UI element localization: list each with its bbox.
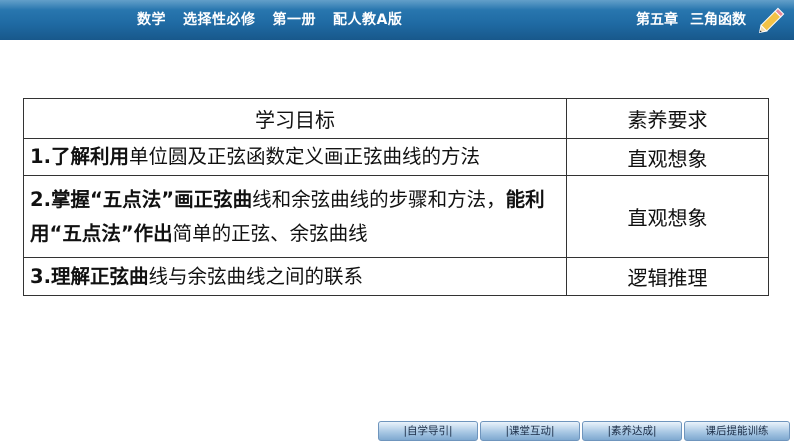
self-study-guide-button[interactable]: |自学导引| <box>378 421 478 441</box>
goal-cell: 1.了解利用单位圆及正弦函数定义画正弦曲线的方法 <box>23 138 567 176</box>
goal-text: 线和余弦曲线的步骤和方法， <box>252 187 506 211</box>
goal-emphasis-text: 1.了解利用 <box>30 145 129 168</box>
chapter-name-label: 三角函数 <box>690 12 746 28</box>
goal-emphasis-text: 2.掌握“五点法”画正弦曲 <box>30 187 253 211</box>
requirement-cell: 直观想象 <box>566 175 769 258</box>
chapter-number-label: 第五章 <box>636 12 678 28</box>
edition-label: 配人教A版 <box>333 12 403 28</box>
subject-label: 数学 <box>137 12 166 28</box>
chapter-title: 第五章 三角函数 <box>636 9 746 31</box>
literacy-achievement-button[interactable]: |素养达成| <box>582 421 682 441</box>
goal-text: 线与余弦曲线之间的联系 <box>148 264 363 288</box>
table-row: 1.了解利用单位圆及正弦函数定义画正弦曲线的方法 直观想象 <box>23 138 769 176</box>
learning-goals-table: 学习目标 素养要求 1.了解利用单位圆及正弦函数定义画正弦曲线的方法 直观想象 … <box>23 98 769 296</box>
pencil-icon <box>758 7 785 34</box>
requirement-cell: 直观想象 <box>566 138 769 176</box>
after-class-training-button[interactable]: 课后提能训练 <box>684 421 790 441</box>
classroom-interaction-button[interactable]: |课堂互动| <box>480 421 580 441</box>
requirement-cell: 逻辑推理 <box>566 257 769 296</box>
goal-text: 单位圆及正弦函数定义画正弦曲线的方法 <box>128 145 480 168</box>
goal-cell: 2.掌握“五点法”画正弦曲线和余弦曲线的步骤和方法，能利用“五点法”作出简单的正… <box>23 175 567 258</box>
volume-type-label: 选择性必修 <box>183 12 256 28</box>
book-title: 数学 选择性必修 第一册 配人教A版 <box>137 9 402 31</box>
goal-column-header: 学习目标 <box>23 98 567 139</box>
goal-text: 简单的正弦、余弦曲线 <box>172 221 368 245</box>
header-bar: 数学 选择性必修 第一册 配人教A版 第五章 三角函数 <box>0 0 794 40</box>
table-header-row: 学习目标 素养要求 <box>23 98 769 139</box>
table-row: 3.理解正弦曲线与余弦曲线之间的联系 逻辑推理 <box>23 257 769 296</box>
goal-cell: 3.理解正弦曲线与余弦曲线之间的联系 <box>23 257 567 296</box>
goal-emphasis-text: 3.理解正弦曲 <box>30 264 149 288</box>
table-row: 2.掌握“五点法”画正弦曲线和余弦曲线的步骤和方法，能利用“五点法”作出简单的正… <box>23 175 769 258</box>
volume-number-label: 第一册 <box>272 12 316 28</box>
requirement-column-header: 素养要求 <box>566 98 769 139</box>
bottom-navigation: |自学导引| |课堂互动| |素养达成| 课后提能训练 <box>378 421 792 441</box>
